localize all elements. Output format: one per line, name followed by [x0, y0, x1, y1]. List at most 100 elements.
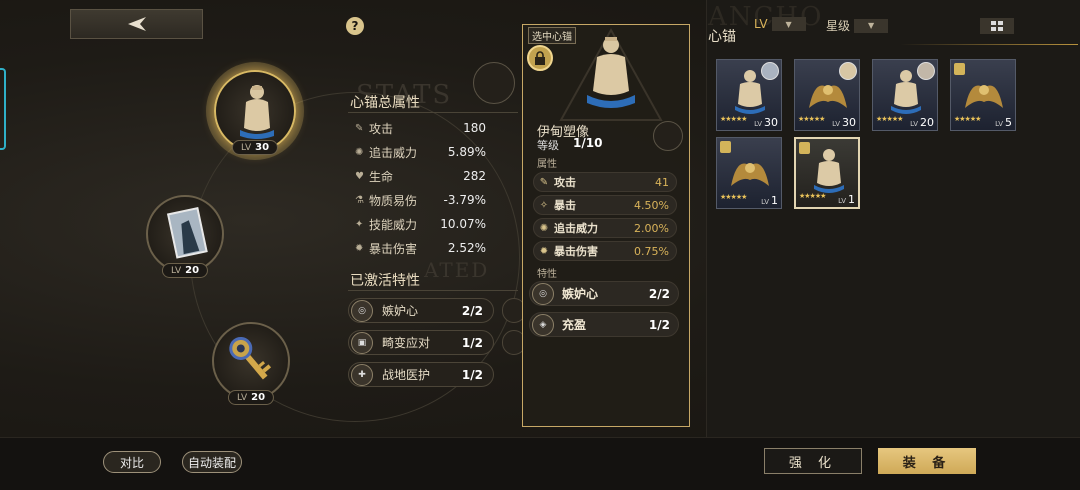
- side-tab-indicator[interactable]: [0, 68, 6, 150]
- attr-label: 追击威力: [554, 222, 598, 235]
- auto-equip-button[interactable]: 自动装配: [182, 451, 242, 473]
- card-level: LV 1: [761, 194, 778, 207]
- back-arrow-icon: [127, 17, 146, 31]
- attr-value: 2.00%: [634, 221, 669, 235]
- stat-row-chase-power: ✺ 追击威力 5.89%: [355, 143, 486, 161]
- stat-value: 5.89%: [447, 145, 486, 159]
- filter-label: 星级: [826, 19, 851, 33]
- lock-icon: [954, 63, 965, 75]
- anchor-card[interactable]: ★★★★★ LV 20: [872, 59, 938, 131]
- star-rating: ★★★★★: [798, 115, 825, 123]
- equip-button[interactable]: 装 备: [878, 448, 976, 474]
- anchor-slot-1[interactable]: LV 30: [214, 70, 296, 155]
- level-label: 等级: [537, 139, 559, 152]
- attr-label: 攻击: [554, 176, 576, 189]
- compare-button[interactable]: 对比: [103, 451, 161, 473]
- lock-icon[interactable]: [527, 45, 553, 71]
- chevron-down-icon[interactable]: ▼: [854, 18, 889, 33]
- attributes-section-title: 属性: [537, 159, 557, 170]
- chevron-down-icon[interactable]: ▼: [771, 17, 806, 31]
- star-rating: ★★★★★: [720, 115, 747, 123]
- trait-name: 嫉妒心: [382, 304, 419, 318]
- trait-name: 畸变应对: [382, 336, 431, 350]
- statue-anchor-image: [814, 149, 844, 193]
- help-icon[interactable]: ?: [346, 17, 364, 35]
- stat-row-physical-vuln: ⚗ 物质易伤 -3.79%: [355, 191, 486, 209]
- card-level: LV 1: [838, 193, 855, 206]
- total-stats-title: 心锚总属性: [350, 95, 420, 111]
- type-emblem-icon: [653, 121, 683, 151]
- card-level: LV 20: [910, 116, 934, 129]
- sword-icon: ✎: [539, 176, 549, 188]
- gear-icon: ✺: [539, 222, 549, 234]
- lock-icon: [799, 142, 810, 154]
- stat-value: 2.52%: [447, 241, 486, 255]
- heart-icon: ♥: [355, 170, 364, 182]
- anchor-card[interactable]: ★★★★★ LV 5: [950, 59, 1016, 131]
- inventory-title: 心锚: [708, 29, 736, 45]
- grid-view-icon[interactable]: [980, 18, 1014, 34]
- trait-pill[interactable]: ▣ 畸变应对 1/2: [348, 330, 494, 355]
- stat-label: 技能威力: [369, 217, 418, 232]
- wings-anchor-image: [965, 85, 1003, 108]
- detail-attr-row: ✧ 暴击 4.50%: [533, 195, 677, 215]
- level-value: 1/10: [573, 136, 603, 150]
- stat-label: 暴击伤害: [369, 241, 418, 256]
- star-rating: ★★★★★: [876, 115, 903, 123]
- trait-pill[interactable]: ✚ 战地医护 1/2: [348, 362, 494, 387]
- stat-label: 攻击: [369, 121, 394, 136]
- card-level: LV 30: [754, 116, 778, 129]
- field-medic-trait-icon: ✚: [351, 363, 373, 386]
- jealousy-trait-icon: ◎: [351, 299, 373, 322]
- aberration-trait-icon: ▣: [351, 331, 373, 354]
- selected-tag: 选中心锚: [528, 27, 576, 44]
- enhance-button[interactable]: 强 化: [764, 448, 862, 474]
- stat-label: 生命: [369, 169, 394, 184]
- level-sort-filter[interactable]: LV ▼: [754, 17, 806, 31]
- traits-divider: [348, 290, 518, 291]
- trait-count: 1/2: [461, 367, 483, 382]
- stat-row-crit-damage: ✹ 暴击伤害 2.52%: [355, 239, 486, 257]
- attr-value: 0.75%: [634, 244, 669, 258]
- attr-label: 暴击: [554, 199, 576, 212]
- painting-anchor-image: [146, 195, 224, 273]
- trait-count: 2/2: [648, 286, 670, 301]
- trait-name: 战地医护: [382, 368, 431, 382]
- anchor-card[interactable]: ★★★★★ LV 1: [716, 137, 782, 209]
- stat-label: 物质易伤: [369, 193, 418, 208]
- wings-anchor-image: [731, 163, 769, 186]
- detail-trait-row[interactable]: ◎ 嫉妒心 2/2: [529, 281, 679, 306]
- activated-traits-title: 已激活特性: [350, 273, 420, 289]
- jealousy-trait-icon: ◎: [532, 282, 554, 305]
- sword-icon: ✎: [355, 122, 364, 134]
- trait-count: 2/2: [461, 303, 483, 318]
- anchor-card[interactable]: ★★★★★ LV 30: [716, 59, 782, 131]
- skill-icon: ✦: [355, 218, 364, 230]
- trait-count: 1/2: [461, 335, 483, 350]
- stat-label: 追击威力: [369, 145, 418, 160]
- attr-value: 41: [655, 175, 669, 189]
- selected-anchor-card: 选中心锚 伊甸塑像 等级 1/10 属性 ✎ 攻击 41 ✧ 暴击 4.50% …: [522, 24, 690, 427]
- stat-row-hp: ♥ 生命 282: [355, 167, 486, 185]
- star-rating: ★★★★★: [720, 193, 747, 201]
- flask-icon: ⚗: [355, 194, 364, 206]
- anchor-card-selected[interactable]: ★★★★★ LV 1: [794, 137, 860, 209]
- anchor-slot-3[interactable]: LV 20: [212, 322, 290, 405]
- detail-attr-row: ✎ 攻击 41: [533, 172, 677, 192]
- anchor-card[interactable]: ★★★★★ LV 30: [794, 59, 860, 131]
- star-rating: ★★★★★: [799, 192, 826, 200]
- filter-label: LV: [754, 17, 768, 31]
- star-sort-filter[interactable]: 星级 ▼: [826, 17, 889, 34]
- scale-emblem-icon: [473, 62, 515, 104]
- stat-value: 10.07%: [440, 217, 486, 231]
- detail-trait-row[interactable]: ◈ 充盈 1/2: [529, 312, 679, 337]
- stat-value: -3.79%: [443, 193, 486, 207]
- traits-section-title: 特性: [537, 269, 557, 280]
- shield-trait-icon: ◈: [532, 313, 554, 336]
- trait-count: 1/2: [648, 317, 670, 332]
- back-button[interactable]: [70, 9, 203, 39]
- anchor-slot-2[interactable]: LV 20: [146, 195, 224, 278]
- trait-pill[interactable]: ◎ 嫉妒心 2/2: [348, 298, 494, 323]
- status-badge: [917, 62, 935, 80]
- gear-icon: ✺: [355, 146, 364, 158]
